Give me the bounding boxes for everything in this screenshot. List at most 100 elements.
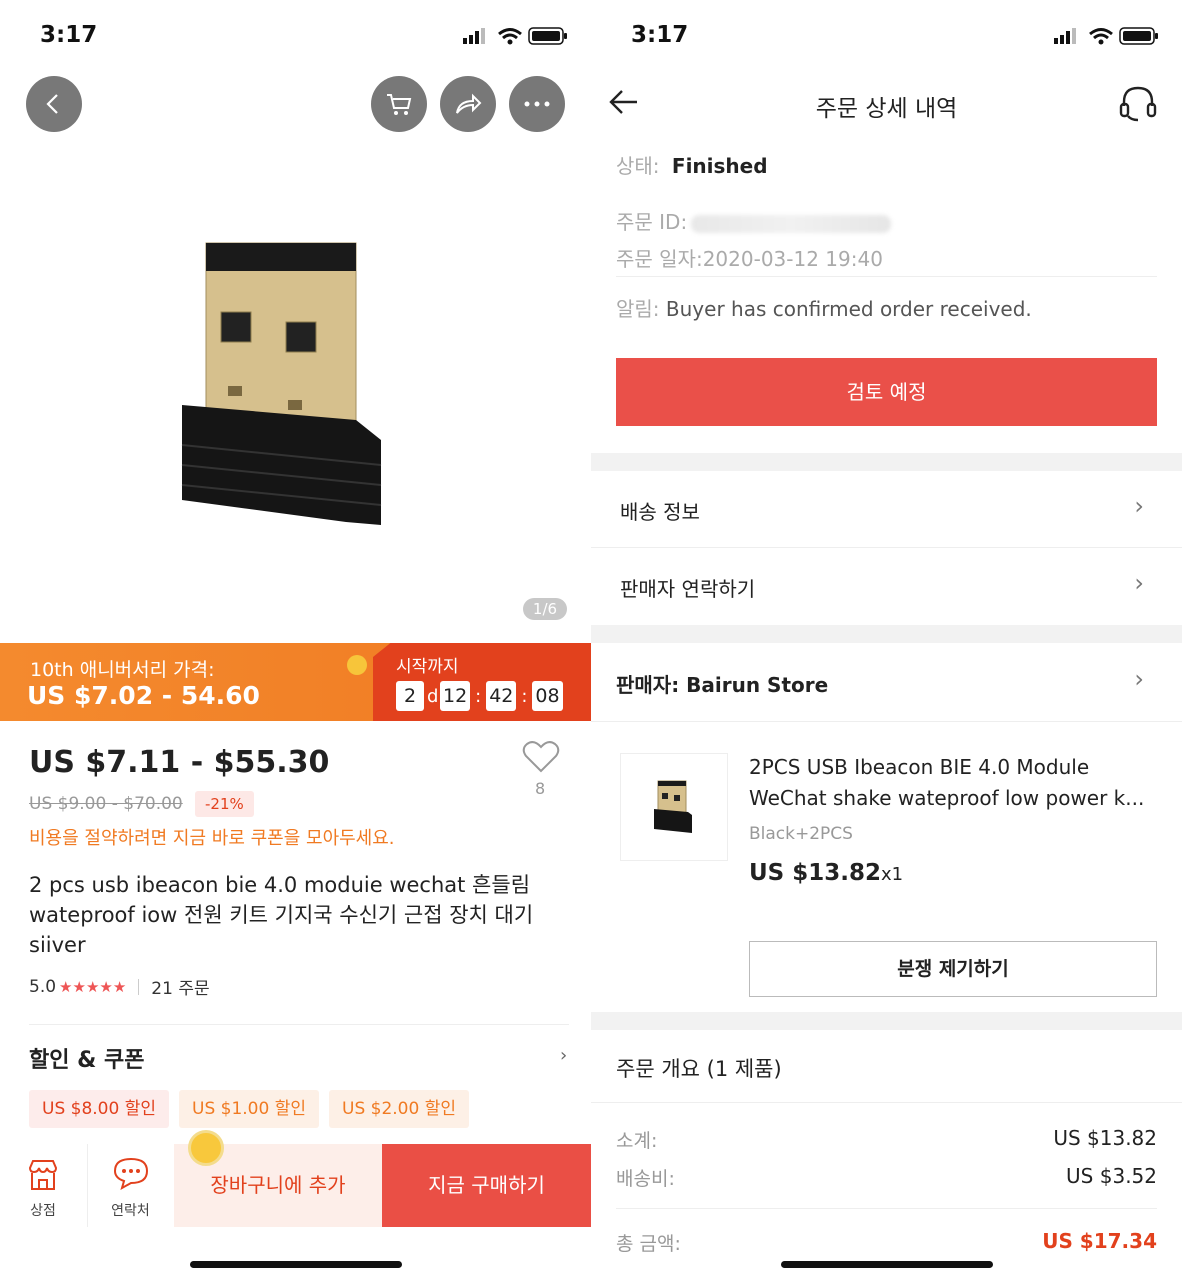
store-icon	[28, 1160, 58, 1190]
chat-icon	[113, 1157, 149, 1190]
home-indicator	[190, 1261, 402, 1268]
ordered-product-price: US $13.82	[749, 860, 882, 886]
order-id-line: 주문 ID:	[616, 206, 892, 235]
chevron-left-icon	[46, 94, 58, 114]
countdown-separator: :	[521, 685, 528, 707]
product-price: US $7.11 - $55.30	[29, 745, 330, 780]
chevron-right-icon: ›	[1134, 492, 1144, 520]
countdown-minutes: 42	[486, 681, 517, 711]
contact-tab[interactable]: 연락처	[87, 1144, 173, 1227]
more-button[interactable]	[509, 76, 565, 132]
shipping-info-row[interactable]: 배송 정보 ›	[591, 472, 1182, 548]
cart-button[interactable]	[371, 76, 427, 132]
signal-wifi-battery-icon	[463, 27, 567, 45]
order-id-label: 주문 ID:	[616, 210, 688, 234]
order-status-value: Finished	[671, 154, 768, 178]
divider	[616, 1208, 1157, 1209]
status-time: 3:17	[631, 22, 689, 48]
order-summary-title: 주문 개요 (1 제품)	[616, 1057, 782, 1081]
order-date-line: 주문 일자:2020-03-12 19:40	[616, 243, 883, 272]
wishlist-count: 8	[535, 779, 546, 798]
coupon-chip-2[interactable]: US $1.00 할인	[179, 1090, 319, 1128]
contact-tab-label: 연락처	[111, 1203, 150, 1219]
usb-dongle-thumbnail-icon	[654, 780, 692, 833]
chevron-right-icon[interactable]: ›	[560, 1045, 567, 1066]
cart-icon	[387, 94, 412, 115]
countdown-day-unit: d	[427, 685, 439, 707]
divider	[591, 721, 1182, 722]
seller-row[interactable]: 판매자: Bairun Store ›	[591, 645, 1182, 721]
ordered-product-name[interactable]: 2PCS USB Ibeacon BIE 4.0 Module WeChat s…	[749, 752, 1169, 814]
order-status-label: 상태:	[616, 154, 660, 178]
rating-value: 5.0	[29, 976, 57, 997]
section-gap	[591, 453, 1182, 471]
order-count: 21 주문	[151, 979, 210, 999]
promo-price: US $7.02 - 54.60	[27, 681, 260, 710]
total-label: 총 금액:	[616, 1233, 681, 1255]
countdown-seconds: 08	[532, 681, 563, 711]
contact-seller-row[interactable]: 판매자 연락하기 ›	[591, 549, 1182, 625]
bottom-action-bar: 상점 연락처 장바구니에 추가 지금 구매하기	[0, 1144, 591, 1227]
product-image[interactable]	[0, 150, 591, 630]
countdown-timer: 시작까지 2 d 12 : 42 : 08	[373, 643, 591, 721]
store-tab[interactable]: 상점	[0, 1144, 86, 1227]
ordered-product-price-line: US $13.82x1	[749, 860, 903, 886]
customer-service-icon[interactable]	[1117, 84, 1159, 122]
home-indicator	[781, 1261, 993, 1268]
order-detail-screen: 3:17 주문 상세 내역 상태: Finished 주문 ID: 주문 일자:…	[591, 0, 1182, 1280]
shipping-fee-value: US $3.52	[1066, 1164, 1157, 1188]
chevron-right-icon: ›	[1134, 569, 1144, 597]
coin-icon	[188, 1130, 224, 1166]
seller-name: 판매자: Bairun Store	[616, 673, 829, 697]
coupon-tip: 비용을 절약하려면 지금 바로 쿠폰을 모아두세요.	[29, 828, 395, 849]
divider	[616, 276, 1157, 277]
contact-seller-label: 판매자 연락하기	[620, 577, 756, 601]
signal-wifi-battery-icon	[1054, 27, 1158, 45]
open-dispute-button[interactable]: 분쟁 제기하기	[749, 941, 1157, 997]
star-rating-icon: ★★★★★	[59, 977, 127, 996]
usb-dongle-image	[181, 242, 381, 525]
ellipsis-icon	[524, 101, 550, 107]
status-bar: 3:17	[0, 0, 591, 72]
chevron-right-icon: ›	[1134, 665, 1144, 693]
buy-now-button[interactable]: 지금 구매하기	[382, 1144, 591, 1227]
order-notice-value: Buyer has confirmed order received.	[665, 297, 1032, 321]
section-gap	[591, 1012, 1182, 1030]
order-date-label: 주문 일자:	[616, 247, 703, 271]
review-button[interactable]: 검토 예정	[616, 358, 1157, 426]
countdown-title: 시작까지	[396, 657, 459, 677]
order-status-line: 상태: Finished	[616, 150, 768, 179]
shipping-info-label: 배송 정보	[620, 500, 700, 524]
coupons-section-title[interactable]: 할인 & 쿠폰	[29, 1042, 144, 1074]
order-notice-label: 알림:	[616, 297, 660, 321]
product-detail-screen: 3:17 1/6 10th 애니버서리 가격: US $7.02 - 54.60…	[0, 0, 591, 1280]
store-tab-label: 상점	[30, 1203, 56, 1219]
subtotal-label: 소계:	[616, 1130, 658, 1152]
page-title: 주문 상세 내역	[815, 96, 958, 122]
heart-icon[interactable]	[522, 740, 560, 774]
section-gap	[591, 625, 1182, 643]
countdown-separator: :	[475, 685, 482, 707]
ordered-product-qty: x1	[881, 864, 904, 885]
coupon-chip-3[interactable]: US $2.00 할인	[329, 1090, 469, 1128]
order-date-value: 2020-03-12 19:40	[702, 247, 883, 271]
share-button[interactable]	[440, 76, 496, 132]
rating-row[interactable]: 5.0 ★★★★★ 21 주문	[29, 974, 210, 1000]
divider	[591, 1102, 1182, 1103]
product-title: 2 pcs usb ibeacon bie 4.0 moduie wechat …	[29, 873, 534, 957]
divider	[591, 547, 1182, 548]
coin-dot-icon	[347, 655, 367, 675]
original-price: US $9.00 - $70.00	[29, 794, 183, 814]
promo-label: 10th 애니버서리 가격:	[30, 659, 215, 681]
discount-badge: -21%	[195, 791, 254, 817]
total-value: US $17.34	[1042, 1229, 1157, 1253]
back-button[interactable]	[26, 76, 82, 132]
product-thumbnail[interactable]	[620, 753, 728, 861]
divider	[29, 1024, 569, 1025]
order-notice-line: 알림: Buyer has confirmed order received.	[616, 293, 1032, 322]
subtotal-value: US $13.82	[1053, 1126, 1157, 1150]
countdown-days: 2	[396, 681, 424, 711]
divider	[138, 978, 140, 995]
order-id-redacted	[691, 214, 892, 233]
coupon-chip-1[interactable]: US $8.00 할인	[29, 1090, 169, 1128]
